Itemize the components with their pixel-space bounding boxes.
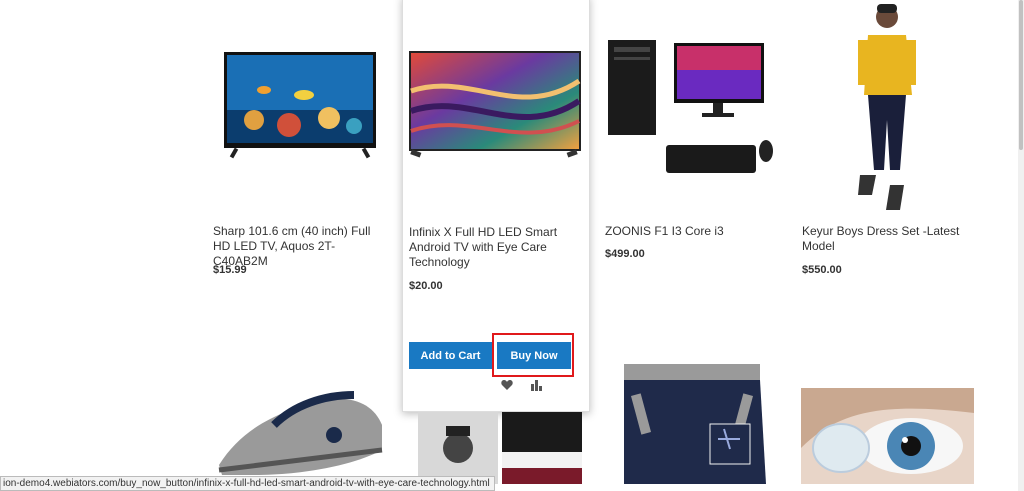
product-image-zoonis-pc[interactable]: [606, 35, 778, 180]
buy-now-highlight: [492, 333, 574, 377]
status-bar-url: ion-demo4.webiators.com/buy_now_button/i…: [0, 476, 495, 491]
product-price: $550.00: [802, 264, 842, 276]
product-name[interactable]: Sharp 101.6 cm (40 inch) Full HD LED TV,…: [213, 224, 381, 269]
compare-icon[interactable]: [530, 379, 543, 391]
product-name[interactable]: ZOONIS F1 I3 Core i3: [605, 224, 775, 239]
product-image-shorts[interactable]: [614, 364, 770, 484]
product-card-zoonis-pc[interactable]: ZOONIS F1 I3 Core i3 $499.00: [598, 0, 778, 405]
add-to-cart-button[interactable]: Add to Cart: [409, 342, 492, 369]
product-image-contact-lens[interactable]: [801, 388, 974, 484]
product-image-sneaker[interactable]: [214, 385, 386, 480]
heart-icon[interactable]: [501, 379, 513, 391]
product-price: $15.99: [213, 264, 247, 276]
product-price: $499.00: [605, 248, 645, 260]
product-card-keyur-dress[interactable]: Keyur Boys Dress Set -Latest Model $550.…: [795, 0, 975, 405]
product-image-sharp-tv[interactable]: [224, 50, 378, 162]
scrollbar-thumb[interactable]: [1019, 0, 1023, 150]
product-name[interactable]: Infinix X Full HD LED Smart Android TV w…: [409, 225, 559, 270]
product-price: $20.00: [409, 280, 443, 292]
product-image-infinix-tv[interactable]: [409, 51, 583, 163]
product-image-keyur-dress[interactable]: [850, 0, 920, 212]
scrollbar[interactable]: [1018, 0, 1024, 491]
product-image-tank-tops[interactable]: [410, 412, 586, 484]
product-card-sharp-tv[interactable]: Sharp 101.6 cm (40 inch) Full HD LED TV,…: [206, 0, 386, 405]
product-name[interactable]: Keyur Boys Dress Set -Latest Model: [802, 224, 972, 254]
